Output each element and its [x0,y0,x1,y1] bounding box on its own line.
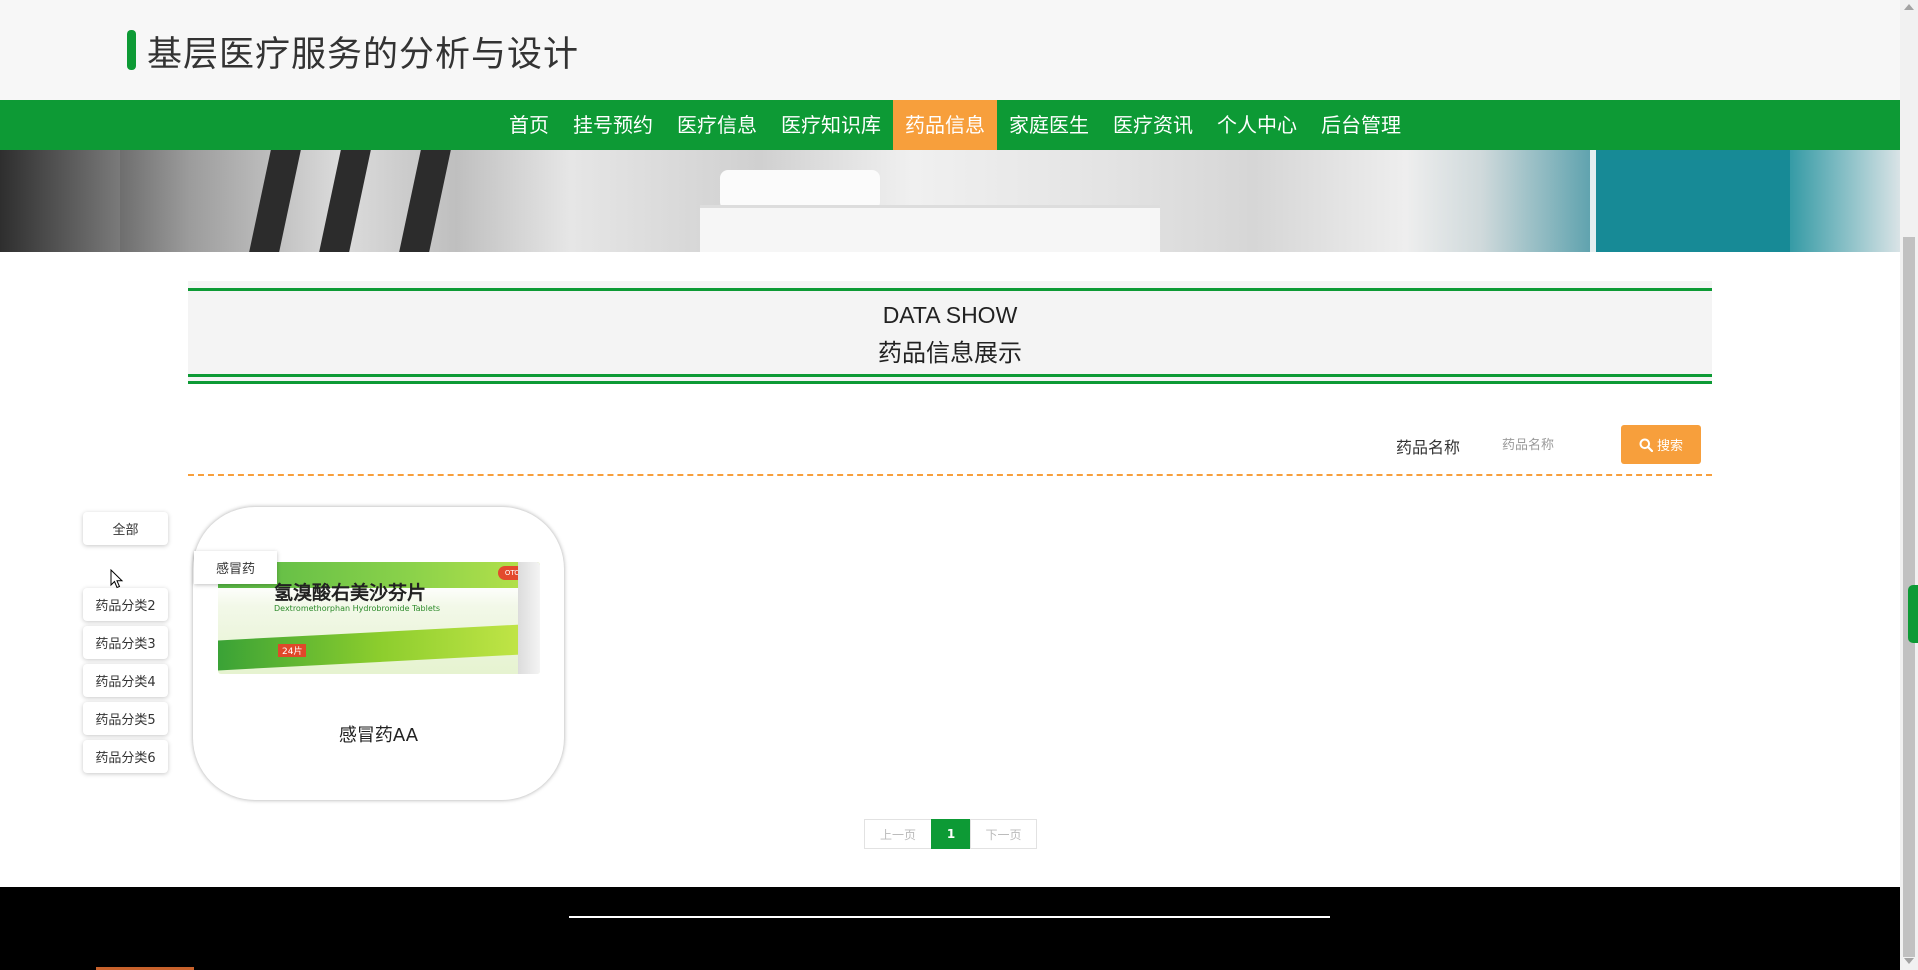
nav-item-personal-center[interactable]: 个人中心 [1205,100,1309,150]
nav-item-appointment[interactable]: 挂号预约 [561,100,665,150]
nav-item-knowledge-base[interactable]: 医疗知识库 [769,100,893,150]
mouse-cursor-icon [110,568,124,593]
nav-item-drug-info[interactable]: 药品信息 [893,100,997,150]
package-drug-en: Dextromethorphan Hydrobromide Tablets [274,604,441,613]
search-label: 药品名称 [1396,438,1461,457]
hero-banner-image [0,150,1900,252]
search-input[interactable] [1502,426,1616,464]
package-side [518,562,540,674]
main-nav: 首页 挂号预约 医疗信息 医疗知识库 药品信息 家庭医生 医疗资讯 个人中心 后… [0,100,1900,150]
package-pill-count: 24片 [278,644,307,657]
dashed-divider [188,474,1712,476]
product-name[interactable]: 感冒药AA [193,721,564,747]
title-accent-bar [127,30,136,70]
search-icon [1639,438,1654,452]
site-title: 基层医疗服务的分析与设计 [147,35,580,75]
banner-towel [720,170,880,210]
banner-shelf [700,205,1160,252]
section-title-en: DATA SHOW [882,302,1018,328]
nav-item-home[interactable]: 首页 [497,100,561,150]
search-button-label: 搜索 [1656,439,1683,454]
section-title-cn: 药品信息展示 [878,339,1022,367]
banner-shadow [0,150,120,252]
banner-stripe [319,150,371,252]
divider-line [188,288,1712,291]
category-all[interactable]: 全部 [83,512,168,545]
category-item[interactable]: 药品分类6 [83,740,168,773]
scroll-down-arrow-icon[interactable] [1904,958,1914,964]
pagination-page-current[interactable]: 1 [931,819,971,849]
product-category-tag: 感冒药 [194,551,277,584]
pagination-next[interactable]: 下一页 [970,819,1037,849]
category-item[interactable]: 药品分类4 [83,664,168,697]
category-item[interactable]: 药品分类2 [83,588,168,621]
nav-item-admin[interactable]: 后台管理 [1309,100,1413,150]
banner-stripe [249,150,301,252]
category-item[interactable]: 药品分类3 [83,626,168,659]
banner-stripe [399,150,451,252]
banner-cabinet [1590,150,1790,252]
footer-divider [569,916,1330,918]
nav-item-medical-news[interactable]: 医疗资讯 [1101,100,1205,150]
scroll-up-arrow-icon[interactable] [1904,4,1914,10]
nav-item-medical-info[interactable]: 医疗信息 [665,100,769,150]
pagination-prev[interactable]: 上一页 [864,819,932,849]
nav-item-family-doctor[interactable]: 家庭医生 [997,100,1101,150]
scroll-position-marker [1908,585,1918,643]
site-footer [0,887,1900,970]
search-button[interactable]: 搜索 [1621,425,1701,464]
package-swoosh [218,623,540,671]
divider-line [188,381,1712,384]
divider-line [188,374,1712,377]
site-header: 基层医疗服务的分析与设计 [0,0,1900,100]
package-drug-name: 氢溴酸右美沙芬片 [274,582,427,604]
category-item[interactable]: 药品分类5 [83,702,168,735]
